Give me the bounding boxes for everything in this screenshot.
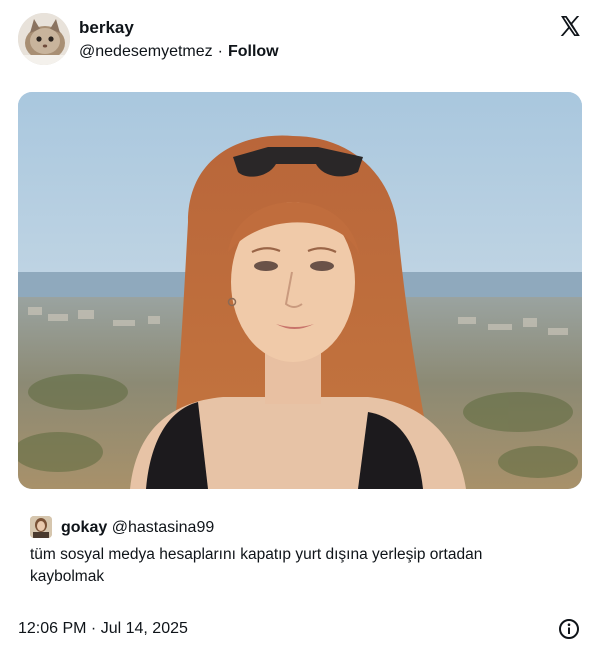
author-info: berkay @nedesemyetmez · Follow <box>79 18 279 62</box>
author-handle[interactable]: @nedesemyetmez <box>79 43 213 60</box>
quoted-tweet-text: tüm sosyal medya hesaplarını kapatıp yur… <box>30 546 483 585</box>
follow-button[interactable]: Follow <box>228 43 279 60</box>
tweet-header: berkay @nedesemyetmez · Follow <box>18 12 582 68</box>
tweet-photo[interactable] <box>18 92 582 489</box>
separator-dot: · <box>217 43 223 60</box>
quoted-display-name[interactable]: gokay <box>61 519 107 536</box>
quoted-author-info: gokay @hastasina99 <box>61 518 214 538</box>
x-logo-icon[interactable] <box>558 14 582 38</box>
author-avatar[interactable] <box>18 13 70 65</box>
quoted-author-avatar[interactable] <box>30 516 52 538</box>
info-icon[interactable] <box>558 618 580 640</box>
author-display-name[interactable]: berkay <box>79 18 279 38</box>
quoted-handle[interactable]: @hastasina99 <box>112 519 215 536</box>
tweet-timestamp[interactable]: 12:06 PM · Jul 14, 2025 <box>18 620 188 638</box>
author-handle-row: @nedesemyetmez · Follow <box>79 42 279 62</box>
tweet-footer: 12:06 PM · Jul 14, 2025 <box>18 618 582 642</box>
